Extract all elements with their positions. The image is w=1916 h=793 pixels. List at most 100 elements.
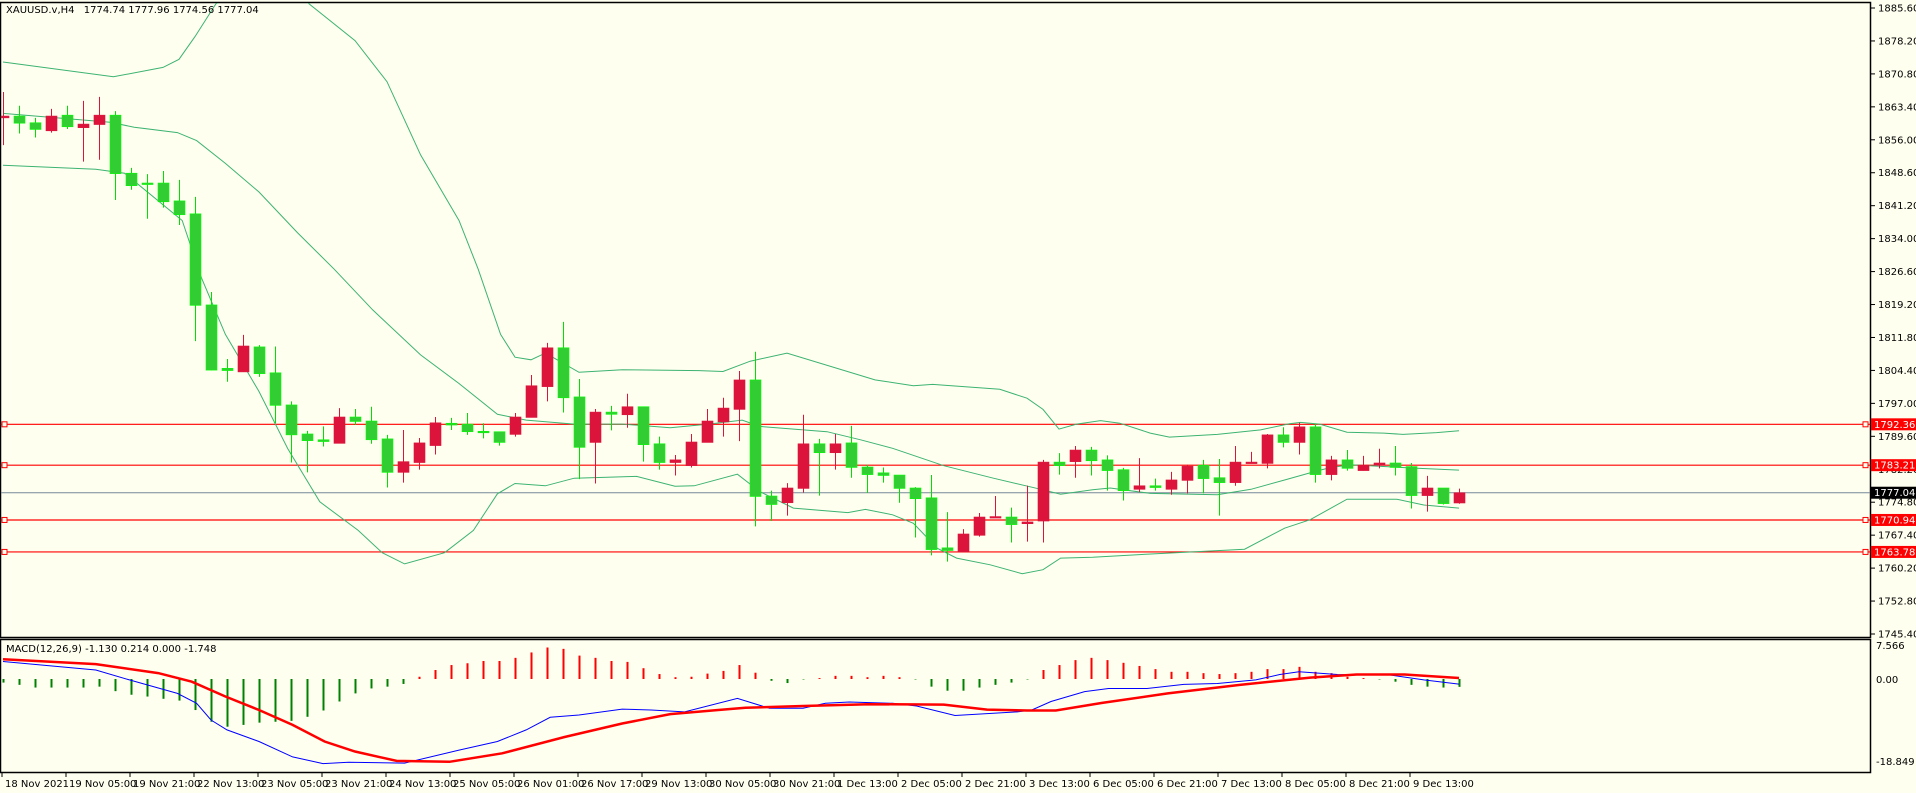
ohlc-close: 1777.04 (217, 5, 258, 16)
bearish-candle-body (1405, 466, 1418, 496)
bullish-candle-body (1357, 464, 1370, 471)
bullish-candle-body (829, 443, 842, 454)
time-axis-label: 23 Nov 05:00 (261, 779, 328, 790)
bearish-candle-body (749, 379, 762, 497)
bullish-candle-body (733, 379, 746, 410)
bearish-candle-body (765, 495, 778, 505)
level-handle-left[interactable] (1, 462, 8, 469)
time-axis-label: 26 Nov 17:00 (581, 779, 648, 790)
bearish-candle-body (269, 372, 282, 406)
time-axis-label: 29 Nov 13:00 (645, 779, 712, 790)
bullish-candle-body (77, 123, 90, 128)
bullish-candle-body (1293, 426, 1306, 443)
price-axis-label: 1745.40 (1878, 630, 1916, 641)
bearish-candle-body (877, 472, 890, 476)
time-axis-label: 7 Dec 13:00 (1221, 779, 1282, 790)
time-axis-label: 25 Nov 05:00 (453, 779, 520, 790)
bullish-candle-body (397, 461, 410, 473)
bearish-candle-body (1197, 464, 1210, 479)
level-handle-left[interactable] (1, 421, 8, 428)
time-axis-label: 1 Dec 13:00 (837, 779, 898, 790)
bearish-candle-body (925, 497, 938, 550)
level-handle-right[interactable] (1862, 421, 1869, 428)
bearish-candle-body (317, 439, 330, 442)
level-handle-left[interactable] (1, 516, 8, 523)
bullish-candle-body (621, 406, 634, 416)
bearish-candle-body (573, 396, 586, 448)
bullish-candle-body (237, 345, 250, 373)
bearish-candle-body (285, 404, 298, 436)
bearish-candle-body (1213, 477, 1226, 483)
level-handle-right[interactable] (1862, 516, 1869, 523)
bearish-candle-body (493, 431, 506, 443)
bullish-candle-body (1021, 521, 1034, 525)
macd-axis-label: 0.00 (1876, 675, 1898, 686)
bearish-candle-body (205, 304, 218, 371)
bullish-candle-body (1181, 465, 1194, 481)
candle (1261, 433, 1274, 469)
time-axis-label: 2 Dec 05:00 (901, 779, 962, 790)
bullish-candle-body (1, 115, 10, 119)
bearish-candle-body (221, 368, 234, 371)
bearish-candle-body (365, 420, 378, 441)
price-axis-label: 1811.80 (1878, 333, 1916, 344)
bearish-candle-body (1309, 426, 1322, 475)
time-axis-label: 8 Dec 21:00 (1349, 779, 1410, 790)
bearish-candle-body (1085, 449, 1098, 462)
bullish-candle-body (1453, 492, 1466, 504)
time-axis-label: 30 Nov 21:00 (773, 779, 840, 790)
bid-price-tag: 1777.04 (1874, 488, 1915, 499)
time-axis-label: 19 Nov 21:00 (133, 779, 200, 790)
price-axis-label: 1760.20 (1878, 564, 1916, 575)
bearish-candle-body (349, 416, 362, 422)
bullish-candle-body (669, 459, 682, 463)
bullish-candle-body (589, 411, 602, 443)
ohlc-high: 1777.96 (128, 5, 169, 16)
bullish-candle-body (45, 115, 58, 132)
level-handle-right[interactable] (1862, 548, 1869, 555)
bearish-candle-body (1053, 461, 1066, 466)
macd-value-2: 0.214 (121, 644, 150, 655)
bearish-candle-body (157, 182, 170, 203)
bullish-candle-body (1421, 487, 1434, 496)
time-axis-label: 3 Dec 13:00 (1029, 779, 1090, 790)
time-axis-label: 23 Nov 21:00 (325, 779, 392, 790)
price-axis-label: 1804.40 (1878, 366, 1916, 377)
macd-panel[interactable] (0, 638, 1872, 774)
bearish-candle-body (1341, 459, 1354, 469)
bearish-candle-body (1005, 516, 1018, 525)
price-axis-label: 1841.20 (1878, 201, 1916, 212)
bearish-candle-body (445, 422, 458, 426)
bearish-candle-body (637, 406, 650, 445)
candle (1309, 423, 1322, 483)
bearish-candle-body (13, 115, 26, 124)
bullish-candle-body (1245, 461, 1258, 464)
chart-header: XAUUSD.v,H4 1774.74 1777.96 1774.56 1777… (6, 5, 259, 16)
bullish-candle-body (525, 385, 538, 418)
bearish-candle-body (141, 182, 154, 185)
chart-window[interactable]: 1885.60 1878.20 1870.80 1863.40 1856.00 1848.… (0, 0, 1916, 793)
macd-axis-label: 7.566 (1876, 641, 1905, 652)
macd-axis-label: -18.849 (1876, 757, 1915, 768)
level-handle-right[interactable] (1862, 462, 1869, 469)
time-axis-label: 6 Dec 05:00 (1093, 779, 1154, 790)
price-axis-label: 1863.40 (1878, 102, 1916, 113)
price-axis-label: 1774.80 (1878, 498, 1916, 509)
macd-value-4: -1.748 (184, 644, 216, 655)
bearish-candle-body (189, 213, 202, 306)
ohlc-open: 1774.74 (84, 5, 125, 16)
bearish-candle-body (1277, 434, 1290, 443)
level-handle-left[interactable] (1, 548, 8, 555)
bullish-candle-body (93, 114, 106, 125)
bearish-candle-body (653, 443, 666, 463)
ohlc-low: 1774.56 (173, 5, 214, 16)
bearish-candle-body (29, 122, 42, 130)
time-axis-label: 8 Dec 05:00 (1285, 779, 1346, 790)
bullish-candle-body (1325, 459, 1338, 475)
bearish-candle-body (381, 438, 394, 473)
bullish-candle-body (413, 442, 426, 463)
bearish-candle-body (1101, 459, 1114, 471)
bearish-candle-body (1149, 485, 1162, 488)
time-axis-label: 6 Dec 21:00 (1157, 779, 1218, 790)
bearish-candle-body (253, 346, 266, 374)
